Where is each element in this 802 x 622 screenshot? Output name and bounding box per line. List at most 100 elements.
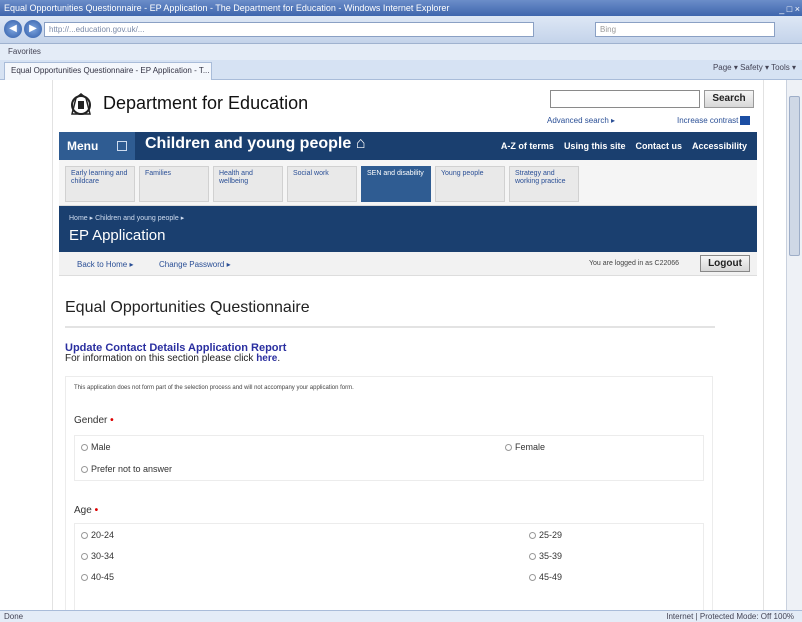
sub-nav: Back to Home ▸ Change Password ▸ You are… bbox=[59, 252, 757, 276]
section-title: Children and young people ⌂ bbox=[145, 135, 365, 153]
site-title: Department for Education bbox=[103, 93, 309, 113]
gender-prefer-not-label: Prefer not to answer bbox=[91, 464, 173, 474]
info-text: For information on this section please c… bbox=[65, 353, 281, 364]
nav-link-az[interactable]: A-Z of terms bbox=[501, 141, 554, 151]
forward-arrow-icon[interactable]: ▶ bbox=[24, 20, 42, 38]
tab-young-people[interactable]: Young people bbox=[435, 166, 505, 202]
main-nav: Menu Children and young people ⌂ A-Z of … bbox=[59, 132, 757, 160]
tab-strategy[interactable]: Strategy and working practice bbox=[509, 166, 579, 202]
scrollbar[interactable] bbox=[786, 80, 802, 610]
nav-links: A-Z of terms Using this site Contact us Acc… bbox=[501, 141, 757, 151]
age-label: Age • bbox=[74, 505, 98, 516]
back-arrow-icon[interactable]: ◀ bbox=[4, 20, 22, 38]
tab-early-learning[interactable]: Early learning and childcare bbox=[65, 166, 135, 202]
menu-label: Menu bbox=[67, 139, 99, 153]
age-40-45-label: 40-45 bbox=[91, 572, 115, 582]
logout-button[interactable]: Logout bbox=[700, 255, 750, 272]
gender-female-label: Female bbox=[515, 442, 546, 452]
site-header: Department for Education Search Advanced… bbox=[53, 80, 763, 132]
gender-prefer-not-option[interactable]: Prefer not to answer bbox=[81, 464, 172, 474]
address-bar: ◀ ▶ http://...education.gov.uk/... Bing bbox=[0, 16, 802, 44]
url-input[interactable]: http://...education.gov.uk/... bbox=[44, 22, 534, 37]
age-30-34-label: 30-34 bbox=[91, 551, 115, 561]
status-bar: Done Internet | Protected Mode: Off 100% bbox=[0, 610, 802, 622]
required-marker: • bbox=[110, 415, 114, 426]
search-button[interactable]: Search bbox=[704, 90, 754, 108]
gender-options: Male Female Prefer not to answer bbox=[74, 435, 704, 481]
breadcrumb[interactable]: Home ▸ Children and young people ▸ bbox=[69, 214, 184, 222]
back-to-home-link[interactable]: Back to Home ▸ bbox=[77, 260, 133, 269]
age-label-text: Age bbox=[74, 505, 92, 516]
nav-link-contact[interactable]: Contact us bbox=[635, 141, 682, 151]
here-link[interactable]: here bbox=[256, 353, 277, 364]
section-tabs: Early learning and childcare Families He… bbox=[59, 160, 757, 206]
nav-link-accessibility[interactable]: Accessibility bbox=[692, 141, 747, 151]
questionnaire-form: This application does not form part of t… bbox=[65, 376, 713, 610]
radio-icon[interactable] bbox=[529, 574, 536, 582]
advanced-search-link[interactable]: Advanced search ▸ bbox=[547, 116, 615, 125]
radio-icon[interactable] bbox=[529, 532, 536, 540]
age-35-39-option[interactable]: 35-39 bbox=[529, 551, 562, 561]
main-content: Equal Opportunities Questionnaire Update… bbox=[59, 276, 757, 610]
page-band: Home ▸ Children and young people ▸ EP Ap… bbox=[59, 206, 757, 252]
change-password-link[interactable]: Change Password ▸ bbox=[159, 260, 231, 269]
zone-indicator[interactable]: Internet | Protected Mode: Off 100% bbox=[666, 611, 794, 622]
browser-tab[interactable]: Equal Opportunities Questionnaire - EP A… bbox=[4, 62, 212, 80]
browser-window: Equal Opportunities Questionnaire - EP A… bbox=[0, 0, 802, 622]
divider bbox=[65, 326, 715, 328]
age-45-49-label: 45-49 bbox=[539, 572, 563, 582]
page-title: Equal Opportunities Questionnaire bbox=[65, 299, 310, 316]
scrollbar-thumb[interactable] bbox=[789, 96, 800, 256]
contrast-icon bbox=[740, 116, 751, 126]
radio-icon[interactable] bbox=[81, 553, 88, 561]
age-30-34-option[interactable]: 30-34 bbox=[81, 551, 114, 561]
menu-toggle-icon bbox=[117, 141, 127, 151]
window-controls[interactable]: _ □ × bbox=[779, 1, 800, 16]
radio-icon[interactable] bbox=[81, 444, 88, 452]
age-25-29-option[interactable]: 25-29 bbox=[529, 530, 562, 540]
contrast-label: Increase contrast bbox=[677, 116, 739, 125]
tab-families[interactable]: Families bbox=[139, 166, 209, 202]
nav-link-using[interactable]: Using this site bbox=[564, 141, 626, 151]
logged-in-text: You are logged in as C22066 bbox=[589, 260, 680, 267]
royal-crest-icon bbox=[71, 93, 91, 115]
radio-icon[interactable] bbox=[505, 444, 512, 452]
command-bar[interactable]: Page ▾ Safety ▾ Tools ▾ bbox=[713, 63, 796, 72]
info-label: For information on this section please c… bbox=[65, 353, 254, 364]
age-45-49-option[interactable]: 45-49 bbox=[529, 572, 562, 582]
disclaimer: This application does not form part of t… bbox=[74, 385, 354, 391]
web-page: Department for Education Search Advanced… bbox=[52, 80, 764, 610]
required-marker: • bbox=[94, 505, 99, 516]
gender-female-option[interactable]: Female bbox=[505, 442, 545, 452]
favorites-bar: Favorites bbox=[0, 44, 802, 60]
gender-male-option[interactable]: Male bbox=[81, 442, 111, 452]
tab-health[interactable]: Health and wellbeing bbox=[213, 166, 283, 202]
application-title: EP Application bbox=[69, 227, 166, 244]
status-text: Done bbox=[4, 612, 24, 621]
age-options: 20-24 25-29 30-34 35-39 40-45 45-49 bbox=[74, 523, 704, 610]
window-titlebar: Equal Opportunities Questionnaire - EP A… bbox=[0, 0, 802, 16]
gender-label-text: Gender bbox=[74, 415, 108, 426]
site-search-input[interactable] bbox=[550, 90, 700, 108]
browser-search-input[interactable]: Bing bbox=[595, 22, 775, 37]
window-title: Equal Opportunities Questionnaire - EP A… bbox=[4, 3, 450, 13]
age-40-45-option[interactable]: 40-45 bbox=[81, 572, 114, 582]
section-label: Children and young people bbox=[145, 135, 352, 152]
increase-contrast-link[interactable]: Increase contrast bbox=[677, 116, 751, 126]
tab-social-work[interactable]: Social work bbox=[287, 166, 357, 202]
radio-icon[interactable] bbox=[529, 553, 536, 561]
radio-icon[interactable] bbox=[81, 574, 88, 582]
gender-label: Gender • bbox=[74, 415, 114, 426]
tab-bar: Equal Opportunities Questionnaire - EP A… bbox=[0, 60, 802, 80]
age-20-24-option[interactable]: 20-24 bbox=[81, 530, 114, 540]
tab-sen-disability[interactable]: SEN and disability bbox=[361, 166, 431, 202]
age-25-29-label: 25-29 bbox=[539, 530, 563, 540]
gender-male-label: Male bbox=[91, 442, 111, 452]
menu-button[interactable]: Menu bbox=[59, 132, 135, 160]
age-20-24-label: 20-24 bbox=[91, 530, 115, 540]
favorites-button[interactable]: Favorites bbox=[8, 47, 41, 56]
radio-icon[interactable] bbox=[81, 466, 88, 474]
radio-icon[interactable] bbox=[81, 532, 88, 540]
home-icon[interactable]: ⌂ bbox=[356, 135, 366, 152]
age-35-39-label: 35-39 bbox=[539, 551, 563, 561]
